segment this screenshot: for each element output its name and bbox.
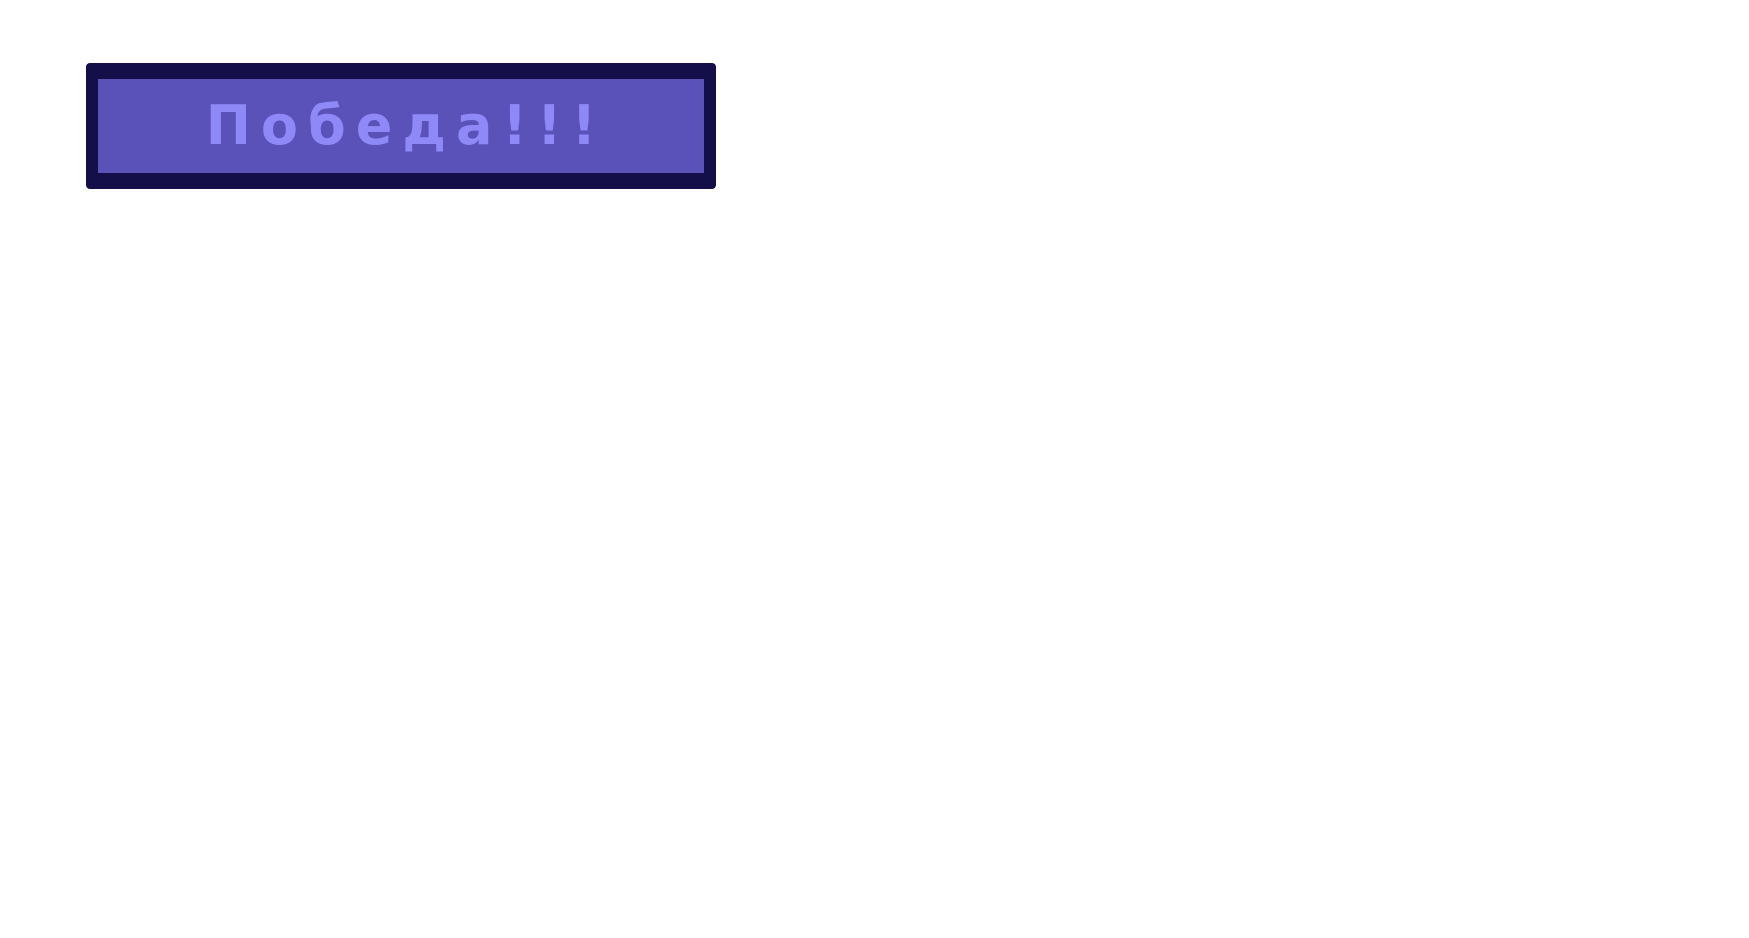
victory-message: Победа!!! xyxy=(205,94,607,157)
page-canvas: Победа!!! xyxy=(0,0,1749,938)
victory-banner-fill: Победа!!! xyxy=(98,79,704,173)
victory-banner: Победа!!! xyxy=(86,63,716,189)
